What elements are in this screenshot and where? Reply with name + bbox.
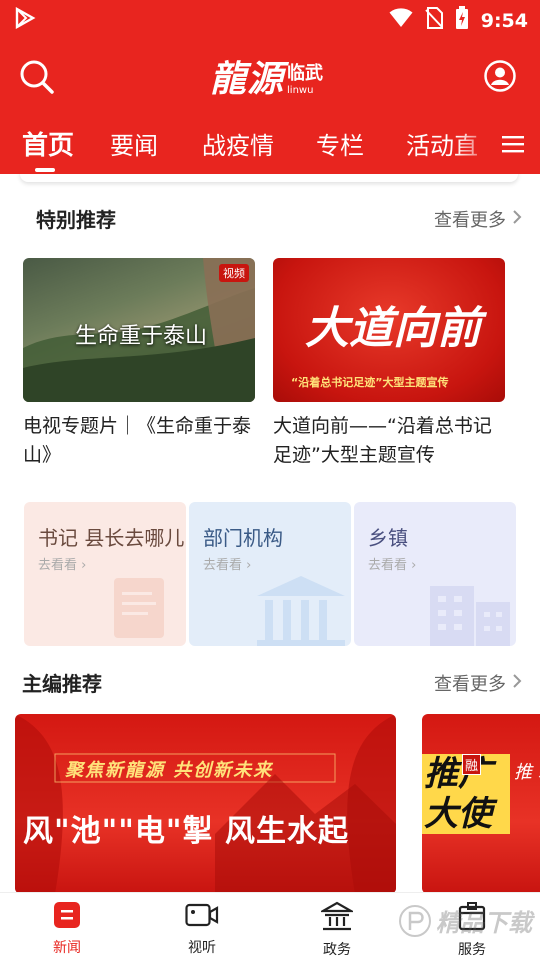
active-tab-indicator [35,168,55,172]
status-bar: 9:54 [0,0,540,36]
editor-section-title: 主编推荐 [22,672,102,696]
special-card-2-image-text: 大道向前 [305,303,481,354]
tab-epidemic[interactable]: 战疫情 [202,126,274,161]
special-card-1[interactable]: 视频 生命重于泰山 电视专题片｜《生命重于泰山》 [23,258,255,470]
video-badge: 视频 [219,264,249,282]
search-icon[interactable] [18,58,56,100]
nav-service-label: 服务 [458,942,486,958]
quick-link-towns[interactable]: 乡镇 去看看 › [354,502,516,646]
go-see-label: 去看看 [38,558,78,573]
editor-banner-2-badge: 融 [462,754,482,775]
nav-news-label: 新闻 [53,940,81,956]
bottom-navigation: 新闻 视听 政务 服务 精品下载 [0,892,540,960]
logo-pinyin: linwu [287,85,314,96]
battery-charging-icon [455,6,469,35]
nav-news[interactable]: 新闻 [27,901,107,957]
document-icon [114,578,164,638]
special-card-1-title: 电视专题片｜《生命重于泰山》 [23,415,252,466]
nav-video-label: 视听 [188,940,216,956]
editor-more-link[interactable]: 查看更多 [434,670,522,696]
chevron-right-icon [512,673,522,694]
editor-banner-1-top: 聚焦新龍源 共创新未来 [65,760,274,781]
quick-link-departments-title: 部门机构 [203,526,283,550]
wifi-icon [389,8,413,33]
no-sim-icon [425,7,443,34]
tab-home[interactable]: 首页 [22,125,74,162]
special-more-label: 查看更多 [434,210,506,231]
watermark: 精品下载 [398,903,532,938]
watermark-logo-icon [399,904,431,937]
clock-time: 9:54 [480,9,528,32]
editor-banner-2[interactable]: 推广大使 融 推 新 [422,714,540,892]
building-icon [257,576,345,646]
editor-banner-1-main: 风"池""电"掣 风生水起 [23,814,349,849]
news-icon [53,901,81,933]
quick-link-departments[interactable]: 部门机构 去看看 › [189,502,351,646]
quick-link-secretary-title: 书记 县长去哪儿 [38,526,185,550]
editor-more-label: 查看更多 [434,674,506,695]
logo-text: 龍源 [210,58,285,100]
special-card-2-title: 大道向前——“沿着总书记足迹”大型主题宣传 [273,415,492,466]
main-content[interactable]: 特别推荐 查看更多 视频 生命重于泰山 电视专题片｜《生命重于泰山》 大道向前 … [0,174,540,892]
editor-banner-2-side: 推 新 [514,762,540,783]
tab-news[interactable]: 要闻 [110,126,158,161]
tab-column[interactable]: 专栏 [316,126,364,161]
menu-icon[interactable] [502,134,526,158]
user-profile-icon[interactable] [484,60,516,96]
channel-tabs: 首页 要闻 战疫情 专栏 活动直 [0,116,540,174]
play-store-icon [14,6,36,33]
special-card-1-image: 视频 生命重于泰山 [23,258,255,402]
logo-city: 临武 [287,63,324,84]
quick-link-towns-sub: 去看看 › [368,558,417,573]
nav-government-label: 政务 [323,942,351,958]
special-card-2-image: 大道向前 “沿着总书记足迹”大型主题宣传 [273,258,505,402]
quick-link-towns-title: 乡镇 [368,526,408,550]
watermark-text: 精品下载 [436,909,532,937]
editor-banner-1[interactable]: 聚焦新龍源 共创新未来 风"池""电"掣 风生水起 [15,714,396,892]
special-card-2-image-sub: “沿着总书记足迹”大型主题宣传 [291,376,449,389]
government-icon [318,901,356,935]
video-icon [185,901,219,933]
quick-link-departments-sub: 去看看 › [203,558,252,573]
nav-video[interactable]: 视听 [162,901,242,957]
nav-government[interactable]: 政务 [297,901,377,959]
special-card-1-image-text: 生命重于泰山 [75,324,208,349]
quick-link-secretary-sub: 去看看 › [38,558,87,573]
special-card-2[interactable]: 大道向前 “沿着总书记足迹”大型主题宣传 大道向前——“沿着总书记足迹”大型主题… [273,258,505,470]
chevron-right-icon [512,209,522,230]
town-buildings-icon [430,586,510,646]
app-logo: 龍源 临武 linwu [210,50,323,102]
special-section-title: 特别推荐 [36,208,116,232]
go-see-label: 去看看 [203,558,243,573]
quick-link-secretary[interactable]: 书记 县长去哪儿 去看看 › [24,502,186,646]
app-header: 龍源 临武 linwu [0,36,540,116]
go-see-label: 去看看 [368,558,408,573]
special-more-link[interactable]: 查看更多 [434,206,522,232]
